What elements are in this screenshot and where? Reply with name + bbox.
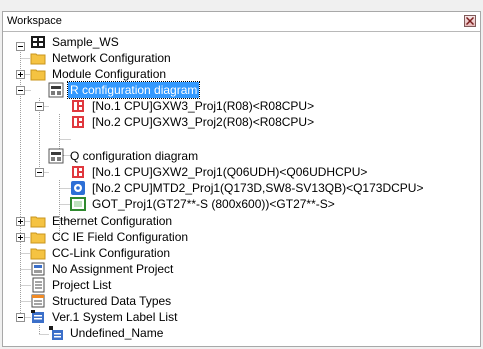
tree-item-label: CC IE Field Configuration [52,230,189,244]
folder-icon [30,232,46,244]
expander-module-configuration[interactable] [16,86,25,95]
workspace-tree: Sample_WS Network Configuration Module C… [3,32,480,346]
tree-item-label: GOT_Proj1(GT27**-S (800x600))<GT27**-S> [92,197,335,211]
expander-ethernet-configuration[interactable] [16,217,25,226]
tree-item-label: Project List [52,278,112,292]
tree-item-label: Structured Data Types [52,294,172,308]
workspace-title: Workspace [7,15,62,27]
tree-item-label: [No.1 CPU]GXW3_Proj1(R08)<R08CPU> [92,99,315,113]
tree-item-label: Q configuration diagram [70,149,199,163]
project-list-icon [32,277,45,293]
expander-network-configuration[interactable] [16,70,25,79]
tree-item-label: Undefined_Name [70,326,164,340]
tree-item-label: [No.2 CPU]GXW3_Proj2(R08)<R08CPU> [92,115,315,129]
cpu-project-icon [72,116,84,128]
cpu-project-icon [72,100,84,112]
close-icon[interactable] [464,15,476,27]
folder-icon [30,69,46,81]
got-project-icon [70,197,86,211]
tree-item-label: Ver.1 System Label List [52,310,178,324]
workspace-titlebar: Workspace [3,12,480,32]
expander-r-configuration-diagram[interactable] [35,102,44,111]
expander-q-configuration-diagram[interactable] [35,168,44,177]
system-label-list-icon [31,310,44,323]
workspace-icon [31,36,45,48]
no-assignment-project-icon [31,262,45,276]
folder-icon [30,216,46,228]
tree-item-label: Sample_WS [52,35,119,49]
motion-project-icon [71,181,85,195]
tree-item-label: Network Configuration [52,51,171,65]
configuration-diagram-icon [48,82,64,98]
tree-item-label: R configuration diagram [66,81,201,99]
tree-item-label: Ethernet Configuration [52,214,173,228]
expander-cc-ie-field-configuration[interactable] [16,233,25,242]
system-label-icon [49,326,63,340]
configuration-diagram-icon [48,148,64,164]
structured-data-types-icon [31,294,45,308]
tree-item-label: No Assignment Project [52,262,174,276]
folder-icon [30,248,46,260]
expander-system-label-list[interactable] [16,313,25,322]
folder-icon [30,53,46,65]
tree-item-label: CC-Link Configuration [52,246,171,260]
expander-root[interactable] [16,42,25,51]
tree-item-label: [No.1 CPU]GXW2_Proj1(Q06UDH)<Q06UDHCPU> [92,165,368,179]
workspace-panel: Workspace Sample_WS Network Configuratio… [2,11,481,347]
tree-item-label: [No.2 CPU]MTD2_Proj1(Q173D,SW8-SV13QB)<Q… [92,181,424,195]
tree-item-label: Module Configuration [52,67,167,81]
cpu-project-icon [72,166,84,178]
